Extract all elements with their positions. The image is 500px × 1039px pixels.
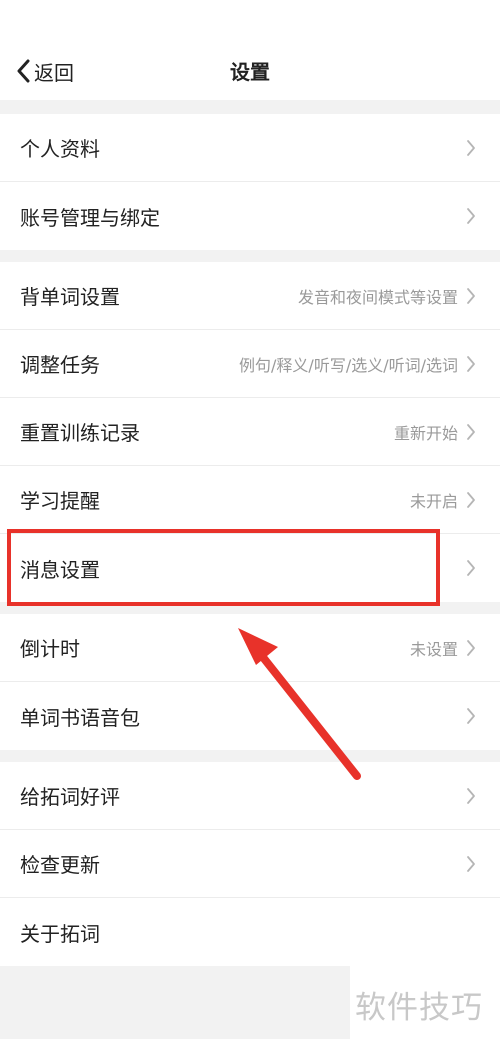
chevron-right-icon [466,787,476,805]
row-label: 背单词设置 [20,285,120,309]
row-label: 个人资料 [20,137,100,161]
settings-group-profile: 个人资料 账号管理与绑定 [0,114,500,250]
page-title: 设置 [230,60,270,84]
settings-row-voice-pack[interactable]: 单词书语音包 [0,682,500,750]
settings-row-message-settings[interactable]: 消息设置 [0,534,500,602]
chevron-right-icon [466,355,476,373]
settings-row-profile[interactable]: 个人资料 [0,114,500,182]
row-value: 重新开始 [393,423,458,443]
chevron-right-icon [466,559,476,577]
row-label: 调整任务 [20,353,100,377]
row-label: 重置训练记录 [20,421,140,445]
settings-row-study-reminder[interactable]: 学习提醒 未开启 [0,466,500,534]
settings-group-extras: 倒计时 未设置 单词书语音包 [0,614,500,750]
settings-row-adjust-tasks[interactable]: 调整任务 例句/释义/听写/选义/听词/选词 [0,330,500,398]
nav-bar: 返回 设置 [0,0,500,100]
row-value: 发音和夜间模式等设置 [297,287,458,307]
settings-row-reset-records[interactable]: 重置训练记录 重新开始 [0,398,500,466]
chevron-right-icon [466,139,476,157]
row-label: 单词书语音包 [20,705,140,730]
row-label: 账号管理与绑定 [20,205,160,230]
row-value: 例句/释义/听写/选义/听词/选词 [239,355,458,375]
settings-row-word-settings[interactable]: 背单词设置 发音和夜间模式等设置 [0,262,500,330]
settings-row-countdown[interactable]: 倒计时 未设置 [0,614,500,682]
settings-row-check-update[interactable]: 检查更新 [0,830,500,898]
chevron-right-icon [466,287,476,305]
row-label: 给拓词好评 [20,785,120,809]
watermark-text: 软件技巧 [355,990,483,1026]
settings-row-rate-app[interactable]: 给拓词好评 [0,762,500,830]
settings-group-learning: 背单词设置 发音和夜间模式等设置 调整任务 例句/释义/听写/选义/听词/选词 … [0,262,500,602]
row-label: 检查更新 [20,853,100,877]
settings-row-about[interactable]: 关于拓词 [0,898,500,966]
chevron-right-icon [466,423,476,441]
settings-row-account[interactable]: 账号管理与绑定 [0,182,500,250]
row-label: 倒计时 [20,637,80,661]
chevron-right-icon [466,855,476,873]
chevron-right-icon [466,207,476,225]
chevron-right-icon [466,639,476,657]
row-label: 关于拓词 [20,921,100,946]
chevron-right-icon [466,707,476,725]
row-label: 消息设置 [20,557,100,582]
row-value: 未设置 [409,639,458,659]
chevron-right-icon [466,491,476,509]
row-label: 学习提醒 [20,489,100,513]
settings-group-about: 给拓词好评 检查更新 关于拓词 [0,762,500,966]
row-value: 未开启 [409,491,458,511]
